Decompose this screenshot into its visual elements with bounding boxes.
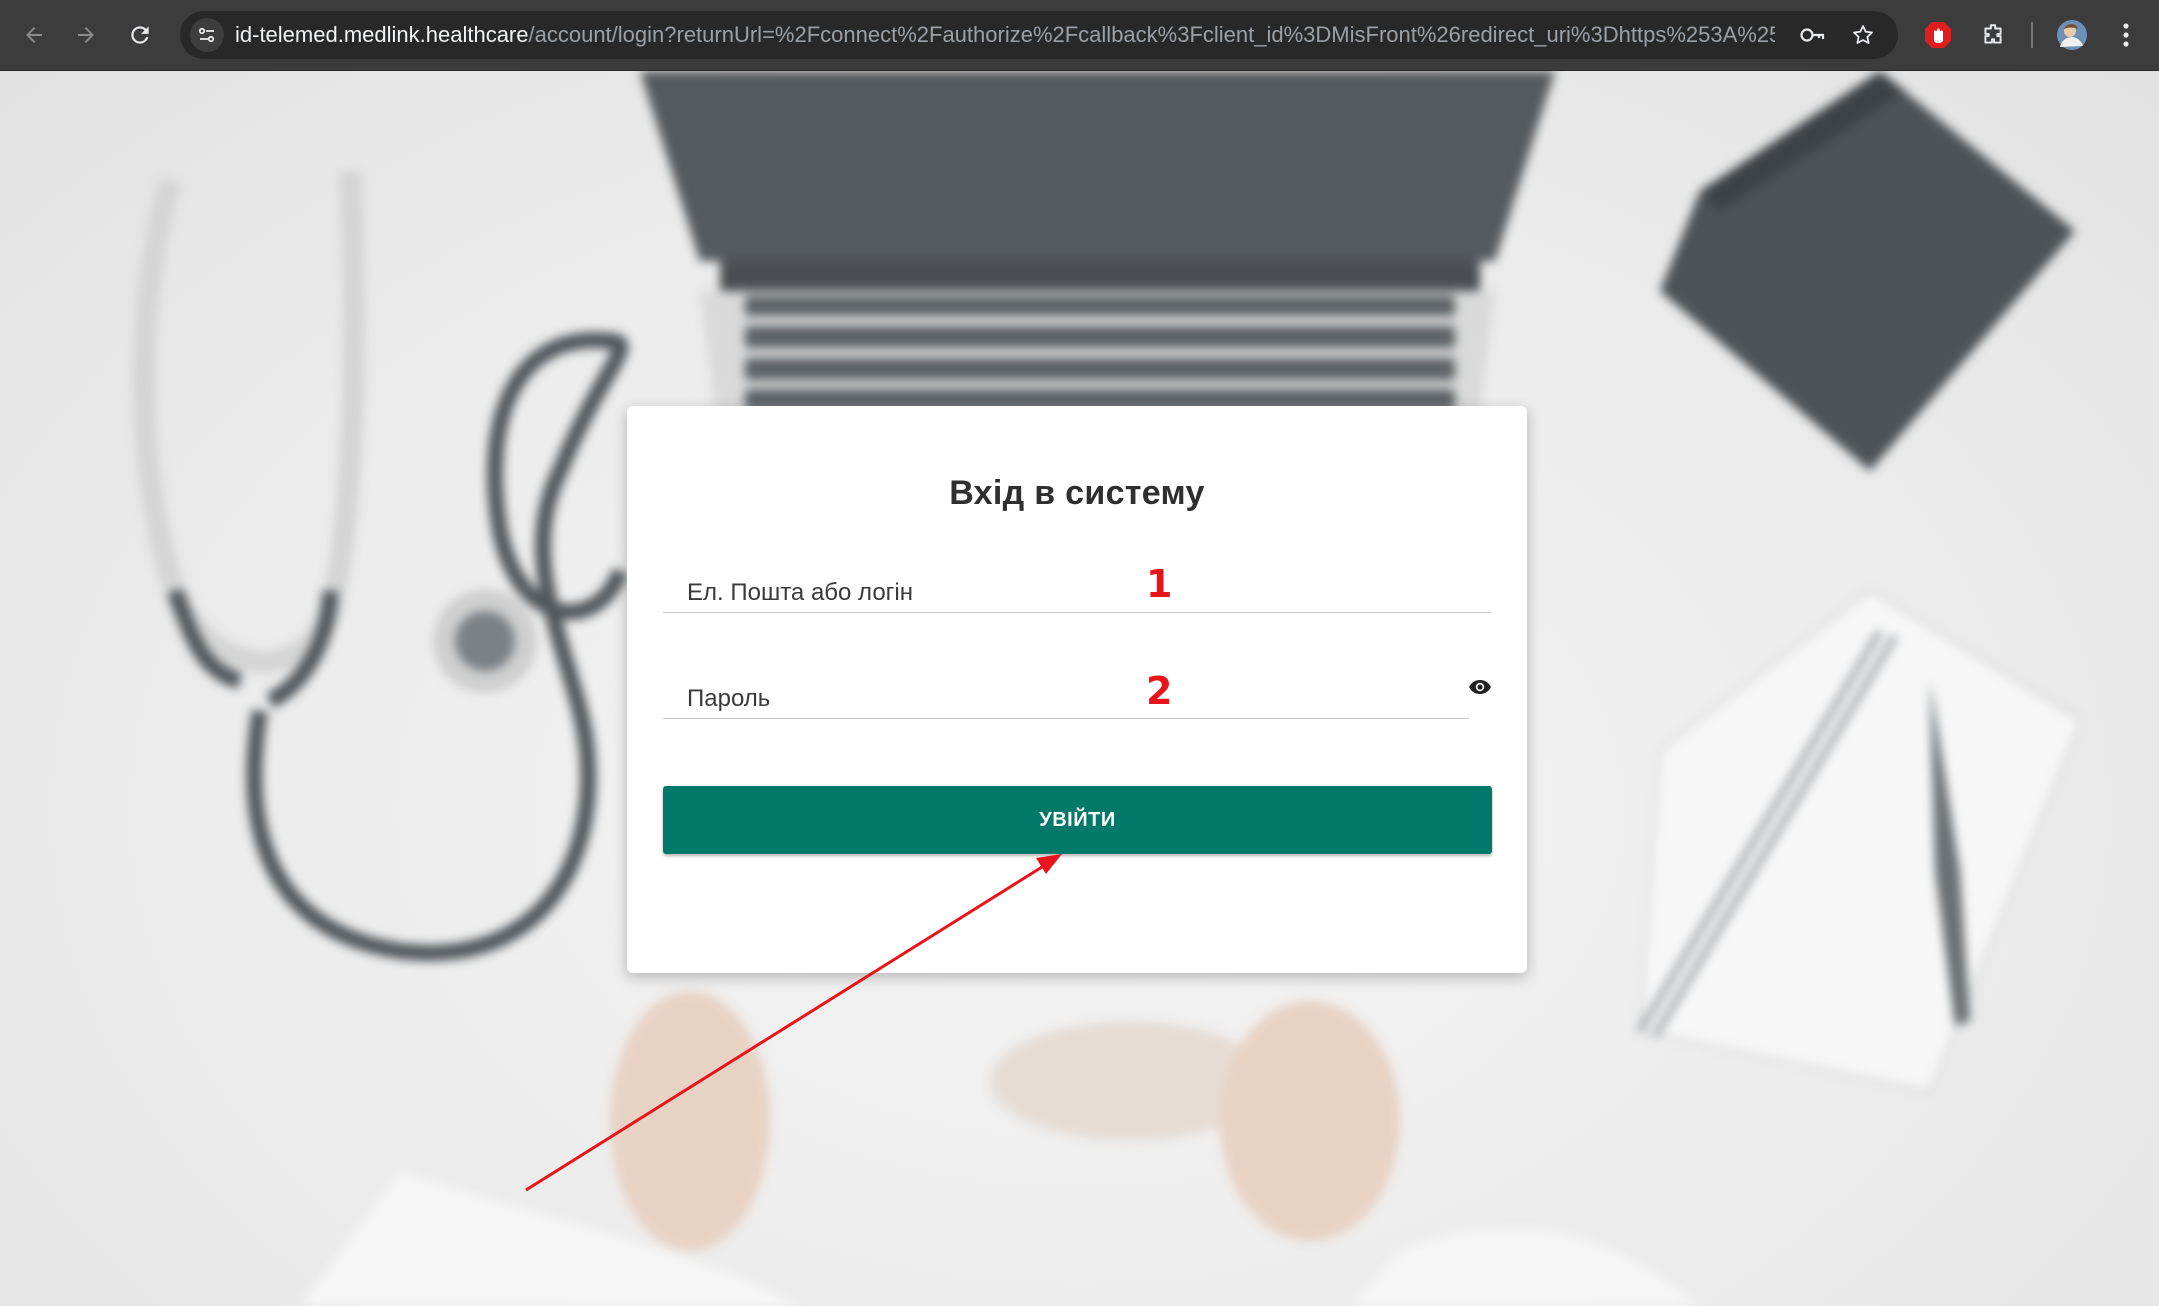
address-bar[interactable]: id-telemed.medlink.healthcare/account/lo… [180, 11, 1898, 59]
extensions-icon[interactable] [1975, 17, 2011, 53]
key-icon[interactable] [1795, 18, 1829, 52]
site-info-icon[interactable] [190, 18, 224, 52]
forward-arrow-icon[interactable] [64, 13, 108, 57]
back-arrow-icon[interactable] [12, 13, 56, 57]
url-text[interactable]: id-telemed.medlink.healthcare/account/lo… [235, 11, 1775, 59]
profile-avatar[interactable] [2054, 17, 2090, 53]
annotation-marker-1: 1 [1146, 562, 1173, 606]
show-password-eye-icon[interactable] [1465, 672, 1495, 702]
reload-icon[interactable] [118, 13, 162, 57]
url-path: /account/login?returnUrl=%2Fconnect%2Fau… [528, 22, 1776, 47]
page-title: Вхід в систему [949, 474, 1205, 512]
login-card: Вхід в систему УВІЙТИ [627, 406, 1527, 973]
password-input[interactable] [663, 658, 1469, 718]
login-field[interactable] [663, 552, 1491, 613]
password-field[interactable] [663, 658, 1469, 719]
ad-block-icon[interactable] [1920, 17, 1956, 53]
kebab-menu-icon[interactable] [2108, 17, 2144, 53]
browser-toolbar: id-telemed.medlink.healthcare/account/lo… [0, 0, 2159, 71]
star-icon[interactable] [1846, 18, 1880, 52]
annotation-marker-2: 2 [1146, 669, 1173, 713]
login-submit-button[interactable]: УВІЙТИ [663, 786, 1492, 854]
login-input[interactable] [663, 552, 1491, 612]
toolbar-divider [2031, 22, 2033, 48]
url-host: id-telemed.medlink.healthcare [235, 22, 529, 47]
